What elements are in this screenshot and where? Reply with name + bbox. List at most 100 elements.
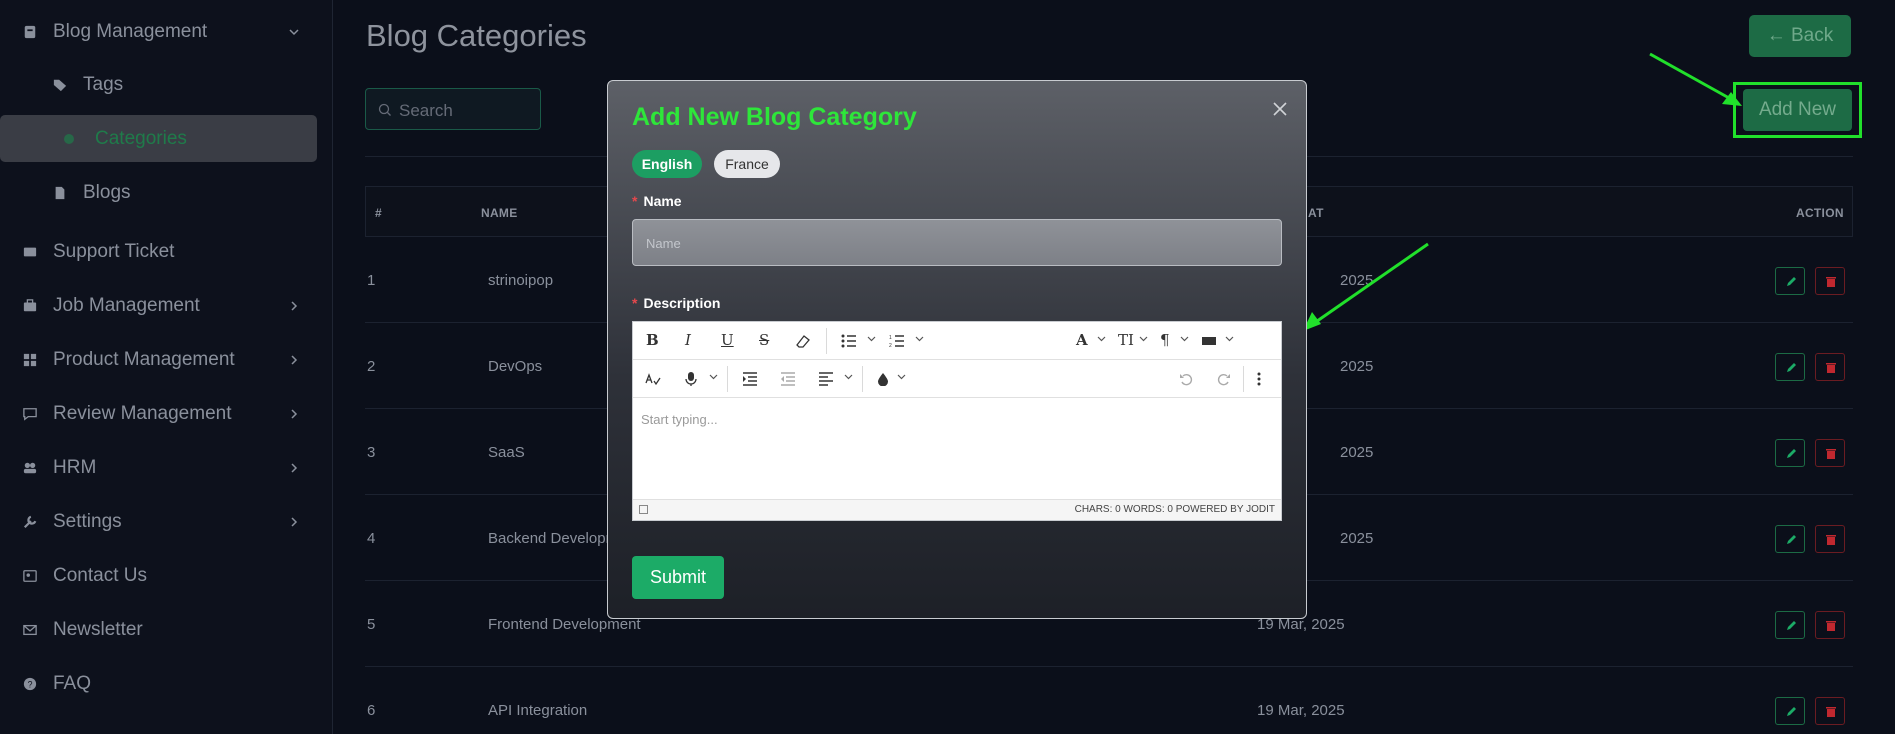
italic-icon[interactable]: I	[685, 331, 691, 349]
trash-icon	[1826, 535, 1836, 545]
sidebar-item-job-management[interactable]: Job Management	[0, 286, 333, 326]
pencil-icon	[1787, 449, 1796, 458]
column-header-num: #	[375, 206, 382, 220]
delete-button[interactable]	[1815, 525, 1845, 553]
toolbar-separator	[727, 366, 728, 392]
edit-button[interactable]	[1775, 525, 1805, 553]
search-input[interactable]: Search	[365, 88, 541, 130]
add-new-button[interactable]: Add New	[1743, 89, 1852, 131]
chevron-down-icon[interactable]	[915, 334, 924, 343]
strikethrough-icon[interactable]: S	[759, 331, 769, 349]
chevron-down-icon[interactable]	[867, 334, 876, 343]
font-size-icon[interactable]: TI	[1118, 331, 1134, 349]
row-num: 3	[367, 444, 376, 461]
chevron-down-icon[interactable]	[1097, 334, 1106, 343]
sidebar-item-label: Tags	[83, 74, 124, 95]
row-date: 19 Mar, 2025	[1257, 702, 1345, 719]
trash-icon	[1826, 449, 1836, 459]
undo-icon[interactable]	[1179, 372, 1193, 386]
users-icon	[23, 462, 37, 474]
svg-text:?: ?	[28, 680, 33, 690]
indent-icon[interactable]	[742, 372, 758, 386]
tab-france[interactable]: France	[714, 150, 780, 178]
sidebar-item-tags[interactable]: Tags	[0, 65, 333, 105]
resize-icon[interactable]	[639, 505, 648, 514]
ticket-icon	[23, 247, 37, 257]
underline-icon[interactable]: U	[721, 331, 734, 349]
editor-status-bar: CHARS: 0 WORDS: 0 POWERED BY JODIT	[633, 499, 1281, 520]
bullet-list-icon[interactable]	[841, 334, 857, 348]
contact-card-icon	[23, 570, 37, 582]
chevron-down-icon[interactable]	[1180, 334, 1189, 343]
page-title: Blog Categories	[366, 18, 587, 53]
redo-icon[interactable]	[1217, 372, 1231, 386]
sidebar-item-product-management[interactable]: Product Management	[0, 340, 333, 380]
sidebar-item-faq[interactable]: ? FAQ	[0, 664, 333, 704]
delete-button[interactable]	[1815, 439, 1845, 467]
tab-english[interactable]: English	[632, 150, 702, 178]
sidebar-item-blog-management[interactable]: Blog Management	[0, 12, 333, 52]
edit-button[interactable]	[1775, 697, 1805, 725]
sidebar-item-support-ticket[interactable]: Support Ticket	[0, 232, 333, 272]
row-num: 5	[367, 616, 376, 633]
numbered-list-icon[interactable]: 12	[889, 334, 905, 348]
back-button[interactable]: ← Back	[1749, 15, 1851, 57]
sidebar-item-label: Product Management	[53, 349, 235, 370]
modal-title: Add New Blog Category	[632, 103, 917, 131]
envelope-icon	[23, 624, 37, 636]
question-icon: ?	[23, 677, 37, 691]
sidebar-item-review-management[interactable]: Review Management	[0, 394, 333, 434]
sidebar-item-label: Blogs	[83, 182, 131, 203]
editor-content-area[interactable]: Start typing...	[633, 399, 1281, 499]
chevron-down-icon[interactable]	[709, 372, 718, 381]
delete-button[interactable]	[1815, 611, 1845, 639]
chevron-down-icon[interactable]	[897, 372, 906, 381]
sidebar-item-label: Newsletter	[53, 619, 143, 640]
toolbar-separator	[1243, 366, 1244, 392]
sidebar-item-categories[interactable]: Categories	[0, 115, 317, 162]
row-num: 6	[367, 702, 376, 719]
chevron-right-icon	[291, 517, 298, 527]
color-drop-icon[interactable]	[877, 372, 889, 386]
font-icon[interactable]: A	[1076, 331, 1088, 349]
chevron-down-icon[interactable]	[1225, 334, 1234, 343]
sidebar-item-label: Review Management	[53, 403, 232, 424]
microphone-icon[interactable]	[685, 371, 697, 387]
paragraph-icon[interactable]: ¶	[1160, 331, 1170, 349]
bold-icon[interactable]: B	[646, 331, 659, 349]
description-label: * Description	[632, 295, 721, 311]
edit-button[interactable]	[1775, 267, 1805, 295]
sidebar-item-newsletter[interactable]: Newsletter	[0, 610, 333, 650]
block-icon[interactable]	[1201, 335, 1217, 347]
chat-icon	[23, 408, 37, 421]
outdent-icon[interactable]	[780, 372, 796, 386]
submit-button[interactable]: Submit	[632, 556, 724, 599]
close-icon[interactable]	[1272, 101, 1288, 117]
name-field[interactable]: Name	[632, 219, 1282, 266]
editor-placeholder: Start typing...	[641, 412, 718, 427]
pencil-icon	[1787, 535, 1796, 544]
delete-button[interactable]	[1815, 353, 1845, 381]
add-category-modal: Add New Blog Category English France * Na…	[607, 80, 1307, 619]
table-row: 6 API Integration 19 Mar, 2025	[365, 667, 1853, 734]
align-left-icon[interactable]	[818, 372, 834, 386]
sidebar-item-label: Contact Us	[53, 565, 147, 586]
chevron-down-icon[interactable]	[1139, 334, 1148, 343]
chevron-down-icon[interactable]	[844, 372, 853, 381]
sidebar-item-hrm[interactable]: HRM	[0, 448, 333, 488]
delete-button[interactable]	[1815, 697, 1845, 725]
edit-button[interactable]	[1775, 439, 1805, 467]
delete-button[interactable]	[1815, 267, 1845, 295]
trash-icon	[1826, 363, 1836, 373]
chevron-down-icon	[289, 29, 299, 36]
sidebar-item-blogs[interactable]: Blogs	[0, 173, 333, 213]
edit-button[interactable]	[1775, 611, 1805, 639]
edit-button[interactable]	[1775, 353, 1805, 381]
spellcheck-icon[interactable]	[645, 372, 661, 386]
eraser-icon[interactable]	[795, 334, 811, 348]
sidebar-item-contact-us[interactable]: Contact Us	[0, 556, 333, 596]
sidebar-item-settings[interactable]: Settings	[0, 502, 333, 542]
name-label: * Name	[632, 193, 682, 209]
more-vertical-icon[interactable]	[1257, 372, 1261, 386]
sidebar-item-label: Blog Management	[53, 21, 208, 42]
